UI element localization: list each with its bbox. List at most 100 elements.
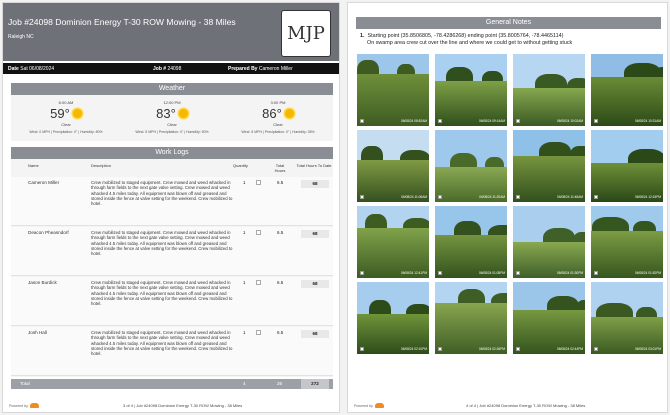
photo-timestamp: 06/08/24 02:26PM: [478, 347, 505, 351]
photo-select-checkbox[interactable]: [516, 347, 520, 351]
site-photo[interactable]: 06/08/24 01:05PM: [435, 206, 507, 278]
site-photo[interactable]: 06/08/24 02:44PM: [513, 282, 585, 354]
job-number-value: 24098: [167, 66, 182, 72]
photo-timestamp: 06/08/24 12:41PM: [400, 271, 427, 275]
prepared-by-label: Prepared By: [228, 66, 258, 72]
photo-timestamp: 06/08/24 11:48AM: [557, 195, 583, 199]
report-info-bar: Date Sat 06/08/2024 Job # 24098 Prepared…: [3, 63, 339, 74]
table-row: Deacon Pheasndorf Crew mobilized to stag…: [11, 227, 333, 276]
note-number: 1.: [360, 33, 365, 39]
date-label: Date: [8, 66, 19, 72]
work-description: Crew mobilized to staged equipment. Crew…: [91, 230, 233, 257]
site-photo[interactable]: 06/08/24 10:31AM: [591, 54, 663, 126]
brand-logo-icon: [374, 403, 384, 408]
hours-to-date-value: 68: [301, 180, 329, 188]
photo-timestamp: 06/08/24 03:01PM: [634, 347, 661, 351]
table-row: Josh Hall Crew mobilized to staged equip…: [11, 327, 333, 376]
hours-to-date-value: 68: [301, 230, 329, 238]
powered-by: Powered by: [354, 403, 384, 408]
site-photo[interactable]: 06/08/24 01:30PM: [513, 206, 585, 278]
report-page-4: General Notes 1. Starting point (35.85068…: [347, 2, 668, 413]
site-photo[interactable]: 06/08/24 08:52AM: [357, 54, 429, 126]
worker-name: Josh Hall: [28, 330, 47, 335]
photo-select-checkbox[interactable]: [516, 195, 520, 199]
photo-select-checkbox[interactable]: [360, 119, 364, 123]
row-checkbox[interactable]: [256, 230, 261, 235]
report-page-3: Job #24098 Dominion Energy T-30 ROW Mowi…: [2, 2, 340, 413]
total-hours-value: 6.5: [277, 280, 284, 285]
weather-temperature: 83°: [156, 106, 176, 121]
total-quantity: 4: [243, 381, 246, 386]
site-photo[interactable]: 06/08/24 11:48AM: [513, 130, 585, 202]
photo-select-checkbox[interactable]: [594, 195, 598, 199]
site-photo[interactable]: 06/08/24 02:26PM: [435, 282, 507, 354]
weather-time: 3:00 PM: [270, 100, 286, 105]
photo-select-checkbox[interactable]: [438, 119, 442, 123]
site-photo[interactable]: 06/08/24 09:14AM: [435, 54, 507, 126]
photo-select-checkbox[interactable]: [438, 347, 442, 351]
photo-select-checkbox[interactable]: [438, 271, 442, 275]
weather-temperature: 59°: [50, 106, 70, 121]
worker-name: Cameron Miller: [28, 180, 60, 185]
photo-select-checkbox[interactable]: [438, 195, 442, 199]
powered-by-label: Powered by: [354, 403, 373, 408]
weather-section: Weather 6:00 AM 59° Clear Wind: 0 MPH | …: [11, 83, 333, 141]
weather-time: 12:00 PM: [163, 100, 181, 105]
note-text: On swamp area crew cut over the line and…: [367, 40, 573, 47]
photo-select-checkbox[interactable]: [360, 271, 364, 275]
row-checkbox[interactable]: [256, 330, 261, 335]
photo-select-checkbox[interactable]: [594, 271, 598, 275]
sun-icon: [284, 109, 294, 118]
table-row: Cameron Miller Crew mobilized to staged …: [11, 177, 333, 226]
report-header: Job #24098 Dominion Energy T-30 ROW Mowi…: [3, 3, 339, 61]
quantity-value: 1: [243, 330, 246, 335]
site-photo[interactable]: 06/08/24 11:20AM: [435, 130, 507, 202]
row-checkbox[interactable]: [256, 180, 261, 185]
photo-select-checkbox[interactable]: [360, 347, 364, 351]
worker-name: Jason Burdick: [28, 280, 57, 285]
weather-time: 6:00 AM: [58, 100, 74, 105]
total-hours-to-date: 272: [301, 379, 329, 389]
weather-card: 3:00 PM 86° Clear Wind: 5 MPH | Precipit…: [228, 100, 328, 138]
photo-timestamp: 06/08/24 11:20AM: [479, 195, 505, 199]
photo-select-checkbox[interactable]: [516, 119, 520, 123]
note-coordinates: Starting point (35.8506805, -78.4286268)…: [367, 33, 564, 39]
site-photo[interactable]: 06/08/24 12:41PM: [357, 206, 429, 278]
weather-title: Weather: [11, 83, 333, 95]
quantity-value: 1: [243, 230, 246, 235]
page-footer: 4 of 4 | Job #24098 Dominion Energy T-30…: [466, 403, 586, 408]
site-photo[interactable]: 06/08/24 10:02AM: [513, 54, 585, 126]
weather-details: Wind: 0 MPH | Precipitation: 0" | Humidi…: [29, 130, 103, 134]
company-logo: MJP: [281, 10, 331, 57]
photo-select-checkbox[interactable]: [516, 271, 520, 275]
photo-timestamp: 06/08/24 10:02AM: [556, 119, 583, 123]
work-logs-section: Work Logs Name Description Quantity Tota…: [11, 147, 333, 377]
site-photo[interactable]: 06/08/24 11:06AM: [357, 130, 429, 202]
work-description: Crew mobilized to staged equipment. Crew…: [91, 280, 233, 307]
row-checkbox[interactable]: [256, 280, 261, 285]
column-header-name: Name: [28, 163, 39, 168]
photo-select-checkbox[interactable]: [594, 347, 598, 351]
photo-timestamp: 06/08/24 02:44PM: [556, 347, 583, 351]
photo-timestamp: 06/08/24 10:31AM: [634, 119, 661, 123]
hours-to-date-value: 68: [301, 330, 329, 338]
total-hours-value: 6.5: [277, 230, 284, 235]
site-photo[interactable]: 06/08/24 01:52PM: [591, 206, 663, 278]
table-row: Jason Burdick Crew mobilized to staged e…: [11, 277, 333, 326]
job-number-label: Job #: [153, 66, 167, 72]
work-description: Crew mobilized to staged equipment. Crew…: [91, 330, 233, 357]
work-description: Crew mobilized to staged equipment. Crew…: [91, 180, 233, 207]
photo-timestamp: 06/08/24 08:52AM: [400, 119, 427, 123]
total-hours-value: 6.5: [277, 180, 284, 185]
weather-details: Wind: 5 MPH | Precipitation: 0" | Humidi…: [135, 130, 209, 134]
weather-condition: Clear: [167, 122, 177, 127]
site-photo[interactable]: 06/08/24 03:01PM: [591, 282, 663, 354]
photo-select-checkbox[interactable]: [594, 119, 598, 123]
site-photo[interactable]: 06/08/24 02:10PM: [357, 282, 429, 354]
photo-timestamp: 06/08/24 12:15PM: [634, 195, 661, 199]
work-logs-title: Work Logs: [11, 147, 333, 159]
general-note: 1. Starting point (35.8506805, -78.428626…: [360, 33, 660, 47]
photo-select-checkbox[interactable]: [360, 195, 364, 199]
sun-icon: [72, 109, 82, 118]
site-photo[interactable]: 06/08/24 12:15PM: [591, 130, 663, 202]
